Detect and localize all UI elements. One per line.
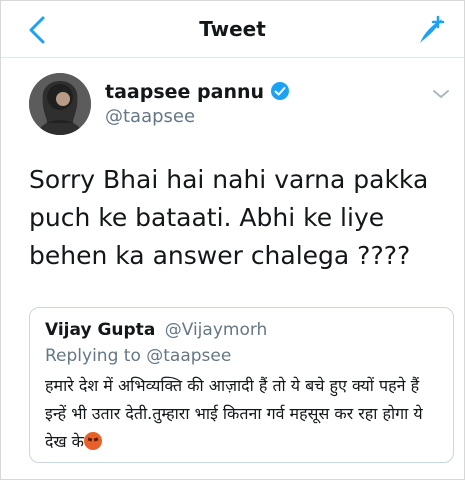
- verified-badge-icon: [271, 82, 290, 100]
- author-name-text: taapsee pannu: [105, 81, 265, 103]
- quoted-author-name: Vijay Gupta: [45, 320, 156, 340]
- quoted-tweet-header: Vijay Gupta @Vijaymorh: [45, 320, 267, 340]
- replying-to-label: Replying to @taapsee: [45, 346, 232, 366]
- more-options-button[interactable]: [432, 85, 450, 98]
- angry-face-icon: [83, 432, 102, 450]
- author-name[interactable]: taapsee pannu: [105, 81, 290, 103]
- tweet-text: Sorry Bhai hai nahi varna pakka puch ke …: [29, 165, 429, 270]
- tweet-screen: Tweet taapsee pannu @taapsee Sorry Bhai …: [0, 0, 465, 480]
- avatar[interactable]: [29, 73, 91, 135]
- compose-icon: [420, 15, 445, 43]
- quoted-tweet[interactable]: Vijay Gupta @Vijaymorh Replying to @taap…: [29, 307, 454, 463]
- navigation-bar: Tweet: [1, 1, 464, 58]
- quoted-author-handle: @Vijaymorh: [164, 320, 268, 340]
- compose-tweet-button[interactable]: [414, 13, 448, 47]
- page-title: Tweet: [199, 17, 266, 41]
- profile-photo-icon: [29, 73, 91, 135]
- quoted-tweet-text: हमारे देश में अभिव्यक्ति की आज़ादी हैं त…: [45, 372, 440, 456]
- chevron-down-icon: [433, 90, 449, 98]
- author-handle[interactable]: @taapsee: [105, 106, 195, 127]
